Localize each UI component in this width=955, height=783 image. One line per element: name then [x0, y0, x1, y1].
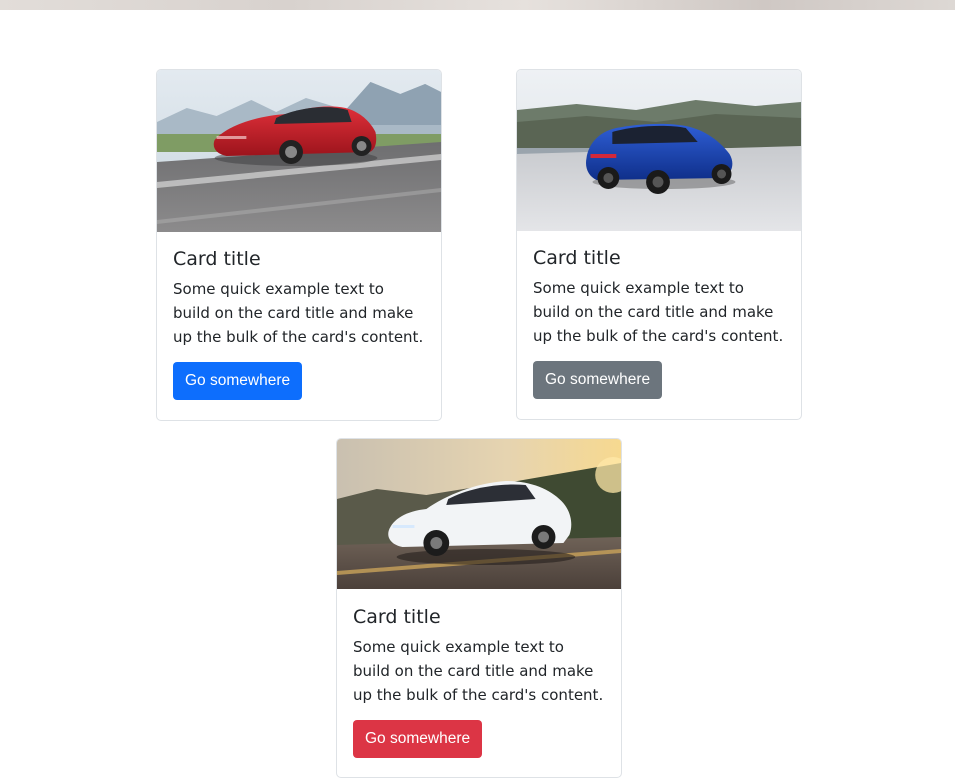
white-suv-image	[337, 439, 621, 589]
header-image-strip	[0, 0, 955, 10]
card-title: Card title	[173, 248, 261, 270]
card-3: Card title Some quick example text to bu…	[336, 438, 622, 778]
card-2: Card title Some quick example text to bu…	[516, 69, 802, 420]
card-text: Some quick example text to build on the …	[173, 279, 424, 346]
blue-suv-image	[517, 70, 801, 231]
go-somewhere-button[interactable]: Go somewhere	[353, 719, 483, 758]
card-text: Some quick example text to build on the …	[533, 278, 784, 345]
card-text: Some quick example text to build on the …	[353, 637, 604, 704]
card-body: Card title Some quick example text to bu…	[517, 231, 801, 414]
card-title: Card title	[533, 247, 621, 269]
go-somewhere-button[interactable]: Go somewhere	[533, 360, 663, 399]
card-body: Card title Some quick example text to bu…	[337, 589, 621, 773]
red-sedan-image	[157, 70, 441, 232]
card-title: Card title	[353, 606, 441, 628]
card-body: Card title Some quick example text to bu…	[157, 232, 441, 415]
go-somewhere-button[interactable]: Go somewhere	[173, 361, 303, 400]
card-1: Card title Some quick example text to bu…	[156, 69, 442, 421]
